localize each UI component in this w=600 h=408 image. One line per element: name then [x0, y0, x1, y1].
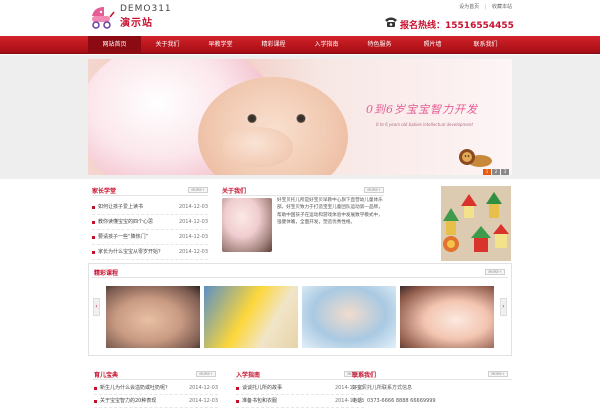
telephone-icon — [385, 17, 397, 27]
news-item-date: 2014-12-03 — [178, 204, 208, 210]
banner-dot[interactable]: 2 — [492, 169, 500, 175]
admission-list: 谈谈托儿所的故事 2014-12-03 准备书包和衣服 2014-12-03 — [236, 382, 364, 408]
banner-baby-eye — [294, 114, 308, 123]
parenting-list: 新生儿为什么会溢奶或吐奶呢？ 2014-12-03 关于宝宝智力的20种表现 2… — [94, 382, 218, 408]
hotline-label: 报名热线： — [400, 21, 446, 31]
about-text: 好宝贝托儿所是好宝贝早教中心旗下直营幼儿童体乐部。好宝贝致力于打造宝宝儿童团队运… — [277, 198, 383, 226]
divider — [350, 379, 512, 380]
admission-title[interactable]: 入学指南 — [236, 370, 260, 379]
contact-line: 好宝贝托儿所联系方式信息 — [352, 385, 413, 391]
course-photo-sleeping-baby[interactable] — [106, 286, 200, 348]
banner-pagination: 1 2 3 — [483, 169, 509, 175]
list-item[interactable]: 新生儿为什么会溢奶或吐奶呢？ 2014-12-03 — [94, 382, 218, 395]
hotline: 报名热线：15516554455 — [400, 18, 514, 31]
bullet-icon — [236, 400, 239, 403]
parenting-title[interactable]: 育儿宝典 — [94, 370, 118, 379]
nav-item-early-education[interactable]: 早教学堂 — [194, 36, 247, 54]
banner-slogan: 0到6岁宝宝智力开发 — [366, 103, 478, 116]
news-item-date: 2014-12-03 — [178, 219, 208, 225]
divider — [92, 277, 508, 278]
news-item-date: 2014-12-03 — [178, 249, 208, 255]
bullet-icon — [92, 251, 95, 254]
list-item[interactable]: 关于宝宝智力的20种表现 2014-12-03 — [94, 395, 218, 408]
list-item-date: 2014-12-03 — [188, 385, 218, 391]
banner-subtitle: 0 to 6 years old babies intellectual dev… — [376, 122, 473, 127]
main-nav: 网站首页 关于我们 早教学堂 精彩课程 入学指南 特色服务 照片墙 联系我们 — [0, 36, 600, 54]
baby-carriage-icon[interactable] — [88, 4, 116, 30]
bookmark-link[interactable]: 收藏本站 — [492, 4, 512, 10]
bullet-icon — [236, 387, 239, 390]
list-item[interactable]: 如何让孩子爱上读书 2014-12-03 — [92, 200, 208, 215]
about-more-button[interactable]: MORE+ — [364, 187, 384, 193]
news-title[interactable]: 家长学堂 — [92, 186, 116, 195]
nav-item-about[interactable]: 关于我们 — [141, 36, 194, 54]
logo-text-cn[interactable]: 演示站 — [120, 14, 153, 29]
list-item-title[interactable]: 新生儿为什么会溢奶或吐奶呢？ — [100, 382, 170, 395]
news-item-title[interactable]: 教你读懂宝宝的四个心思 — [98, 215, 153, 230]
divider — [234, 379, 366, 380]
banner-dot[interactable]: 3 — [501, 169, 509, 175]
carousel-prev-icon[interactable]: ‹ — [93, 298, 100, 316]
bullet-icon — [92, 221, 95, 224]
divider: | — [484, 4, 487, 10]
bullet-icon — [92, 206, 95, 209]
news-item-title[interactable]: 如何让孩子爱上读书 — [98, 200, 143, 215]
list-item-title[interactable]: 准备书包和衣服 — [242, 395, 277, 408]
news-item-title[interactable]: 要请孩子一些“降热门” — [98, 230, 148, 245]
divider — [92, 195, 208, 196]
about-title[interactable]: 关于我们 — [222, 186, 246, 195]
news-list: 如何让孩子爱上读书 2014-12-03 教你读懂宝宝的四个心思 2014-12… — [92, 200, 208, 260]
bullet-icon — [94, 387, 97, 390]
nav-item-services[interactable]: 特色服务 — [353, 36, 406, 54]
divider — [222, 195, 384, 196]
course-photo-headphones-baby[interactable] — [302, 286, 396, 348]
logo-text-en[interactable]: DEMO311 — [120, 4, 172, 14]
about-photo[interactable] — [222, 198, 272, 252]
banner-baby-hand — [223, 127, 293, 167]
nav-item-home[interactable]: 网站首页 — [88, 36, 141, 54]
courses-title[interactable]: 精彩课程 — [94, 268, 118, 277]
nav-item-courses[interactable]: 精彩课程 — [247, 36, 300, 54]
toy-lion-icon — [459, 149, 492, 167]
list-item[interactable]: 准备书包和衣服 2014-12-03 — [236, 395, 364, 408]
nav-item-admission[interactable]: 入学指南 — [300, 36, 353, 54]
banner-dot[interactable]: 1 — [483, 169, 491, 175]
list-item-title[interactable]: 关于宝宝智力的20种表现 — [100, 395, 156, 408]
contact-phone: 电话：0373-6666 8888 66669999 — [352, 398, 436, 404]
course-photo-counting-toy[interactable] — [204, 286, 298, 348]
banner-baby-eye — [245, 114, 259, 123]
course-photo-mother-baby[interactable] — [400, 286, 494, 348]
nav-items: 网站首页 关于我们 早教学堂 精彩课程 入学指南 特色服务 照片墙 联系我们 — [88, 36, 512, 54]
bullet-icon — [92, 236, 95, 239]
news-item-title[interactable]: 家长为什么宝宝从零岁开始？ — [98, 245, 163, 260]
parenting-more-button[interactable]: MORE+ — [196, 371, 216, 377]
courses-more-button[interactable]: MORE+ — [485, 269, 505, 275]
set-homepage-link[interactable]: 设为首页 — [459, 4, 479, 10]
list-item[interactable]: 谈谈托儿所的故事 2014-12-03 — [236, 382, 364, 395]
list-item-date: 2014-12-03 — [188, 398, 218, 404]
news-item-date: 2014-12-03 — [178, 234, 208, 240]
contact-info: 好宝贝托儿所联系方式信息 电话：0373-6666 8888 66669999 — [352, 382, 512, 408]
news-more-button[interactable]: MORE+ — [188, 187, 208, 193]
contact-title[interactable]: 联系我们 — [352, 370, 376, 379]
divider — [92, 379, 216, 380]
list-item[interactable]: 要请孩子一些“降热门” 2014-12-03 — [92, 230, 208, 245]
list-item[interactable]: 家长为什么宝宝从零岁开始？ 2014-12-03 — [92, 245, 208, 260]
list-item-title[interactable]: 谈谈托儿所的故事 — [242, 382, 282, 395]
carousel-next-icon[interactable]: › — [500, 298, 507, 316]
kids-drawing-image[interactable] — [441, 186, 511, 261]
nav-item-contact[interactable]: 联系我们 — [459, 36, 512, 54]
top-links: 设为首页 | 收藏本站 — [455, 3, 512, 10]
hero-banner[interactable]: 0到6岁宝宝智力开发 0 to 6 years old babies intel… — [88, 59, 512, 175]
header: DEMO311 演示站 设为首页 | 收藏本站 报名热线：15516554455 — [0, 0, 600, 36]
contact-more-button[interactable]: MORE+ — [488, 371, 508, 377]
hotline-number: 15516554455 — [445, 21, 514, 31]
bullet-icon — [94, 400, 97, 403]
list-item[interactable]: 教你读懂宝宝的四个心思 2014-12-03 — [92, 215, 208, 230]
nav-item-photos[interactable]: 照片墙 — [406, 36, 459, 54]
